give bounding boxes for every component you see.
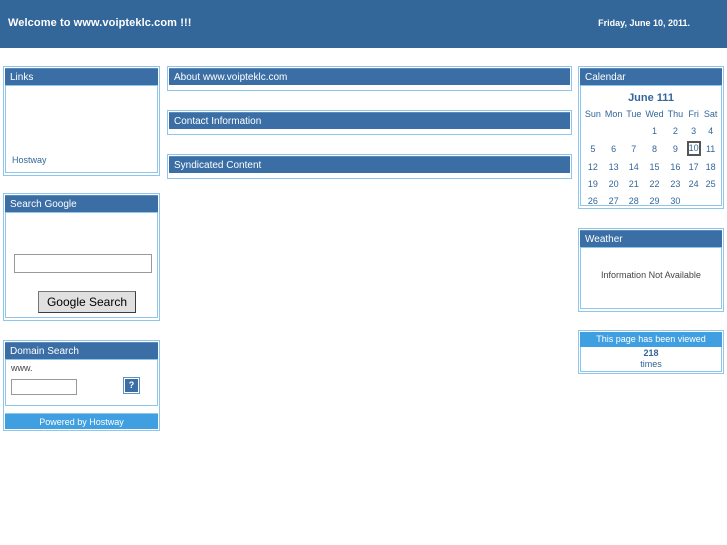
calendar-day-cell[interactable]: 8 (643, 139, 666, 158)
calendar-day-cell[interactable]: 23 (666, 175, 685, 192)
page-counter-heading: This page has been viewed (580, 332, 722, 347)
calendar-weekday-wed: Wed (645, 109, 664, 119)
calendar-day-cell[interactable]: 14 (624, 158, 643, 175)
calendar-weekday-thu: Thu (667, 109, 684, 119)
calendar-week-row: 5 6 7 8 9 10 11 (583, 139, 719, 158)
search-google-heading: Search Google (5, 195, 158, 212)
page-counter-panel: This page has been viewed 218 times (578, 330, 724, 374)
syndicated-content-heading: Syndicated Content (169, 156, 570, 173)
calendar-day-cell[interactable]: 16 (666, 158, 685, 175)
calendar-week-row: 1234 (583, 122, 719, 139)
calendar-weekday-row: Sun Mon Tue Wed Thu Fri Sat (583, 108, 719, 122)
calendar-day-empty (583, 122, 603, 139)
calendar-weekday-sat: Sat (703, 109, 718, 119)
calendar-weekday-sun: Sun (584, 109, 601, 119)
calendar-day-cell[interactable]: 28 (624, 192, 643, 209)
domain-prefix-label: www. (11, 363, 33, 373)
calendar-day-cell[interactable]: 7 (624, 139, 643, 158)
domain-search-input[interactable] (11, 379, 77, 395)
links-panel-body: Hostway (5, 85, 158, 173)
domain-search-panel: Domain Search www. ? Powered by Hostway (3, 340, 160, 431)
search-google-body: Google Search (5, 212, 158, 318)
calendar-weekday-fri: Fri (688, 109, 699, 119)
links-list: Hostway (12, 154, 47, 166)
calendar-day-cell[interactable]: 27 (603, 192, 625, 209)
calendar-day-empty (685, 192, 702, 209)
calendar-day-cell[interactable]: 29 (643, 192, 666, 209)
calendar-day-cell[interactable]: 3 (685, 122, 702, 139)
site-banner: Welcome to www.voipteklc.com !!! Friday,… (0, 0, 727, 48)
weather-message: Information Not Available (601, 270, 701, 280)
calendar-weekday-tue: Tue (626, 109, 642, 119)
calendar-day-today[interactable]: 10 (686, 141, 701, 156)
calendar-day-cell[interactable]: 9 (666, 139, 685, 158)
domain-search-body: www. ? (5, 359, 158, 406)
search-google-panel: Search Google Google Search (3, 193, 160, 321)
calendar-day-cell[interactable]: 1 (643, 122, 666, 139)
calendar-day-cell[interactable]: 2 (666, 122, 685, 139)
about-panel-heading: About www.voipteklc.com (169, 68, 570, 85)
link-item-hostway[interactable]: Hostway (12, 154, 47, 166)
calendar-day-cell[interactable]: 26 (583, 192, 603, 209)
calendar-day-cell[interactable]: 15 (643, 158, 666, 175)
links-panel: Links Hostway (3, 66, 160, 176)
calendar-day-empty (603, 122, 625, 139)
contact-information-heading: Contact Information (169, 112, 570, 129)
google-search-button[interactable]: Google Search (38, 291, 136, 313)
about-panel: About www.voipteklc.com (167, 66, 572, 91)
calendar-day-cell[interactable]: 6 (603, 139, 625, 158)
calendar-day-cell[interactable]: 4 (702, 122, 719, 139)
page-counter-label: times (640, 359, 662, 369)
calendar-grid: Sun Mon Tue Wed Thu Fri Sat 1 2 3 4 5 6 7 8 9 10 11 12 13 1… (583, 108, 719, 209)
weather-body: Information Not Available (580, 247, 722, 309)
calendar-day-cell[interactable]: 18 (702, 158, 719, 175)
google-search-input[interactable] (14, 254, 152, 273)
page-counter-value: 218 (643, 348, 659, 358)
calendar-day-cell[interactable]: 24 (685, 175, 702, 192)
calendar-day-cell[interactable]: 12 (583, 158, 603, 175)
calendar-day-cell[interactable]: 19 (583, 175, 603, 192)
calendar-month-title: June 111 (628, 92, 674, 104)
calendar-day-cell[interactable]: 10 (685, 139, 702, 158)
calendar-day-cell[interactable]: 11 (702, 139, 719, 158)
calendar-day-empty (624, 122, 643, 139)
powered-by-hostway-label: Powered by Hostway (5, 413, 158, 429)
help-question-icon[interactable]: ? (123, 377, 140, 394)
calendar-day-cell[interactable]: 17 (685, 158, 702, 175)
calendar-day-empty (702, 192, 719, 209)
calendar-day-cell[interactable]: 30 (666, 192, 685, 209)
calendar-panel: Calendar June 111 Sun Mon Tue Wed Thu Fri Sat … (578, 66, 724, 209)
banner-title: Welcome to www.voipteklc.com !!! (8, 17, 192, 29)
calendar-day-cell[interactable]: 21 (624, 175, 643, 192)
weather-panel-heading: Weather (580, 230, 722, 247)
calendar-week-row: 19 20 21 22 23 24 25 (583, 175, 719, 192)
calendar-panel-heading: Calendar (580, 68, 722, 85)
links-panel-heading: Links (5, 68, 158, 85)
calendar-day-rows: 1 2 3 4 5 6 7 8 9 10 11 12 13 14 15 16 17 18 19 20 21 22 23 24 2… (583, 122, 719, 209)
calendar-day-cell[interactable]: 20 (603, 175, 625, 192)
calendar-day-cell[interactable]: 22 (643, 175, 666, 192)
domain-search-heading: Domain Search (5, 342, 158, 359)
syndicated-content-panel: Syndicated Content (167, 154, 572, 179)
calendar-day-cell[interactable]: 25 (702, 175, 719, 192)
page-counter-body: 218 times (580, 347, 722, 372)
calendar-body: June 111 Sun Mon Tue Wed Thu Fri Sat 123456789… (580, 85, 722, 206)
calendar-day-cell[interactable]: 5 (583, 139, 603, 158)
calendar-weekday-mon: Mon (604, 109, 623, 119)
weather-panel: Weather Information Not Available (578, 228, 724, 312)
calendar-day-cell[interactable]: 13 (603, 158, 625, 175)
contact-information-panel: Contact Information (167, 110, 572, 135)
calendar-week-row: 12 13 14 15 16 17 18 (583, 158, 719, 175)
calendar-week-row: 26 27 28 29 30 (583, 192, 719, 209)
banner-date: Friday, June 10, 2011. (598, 18, 690, 28)
